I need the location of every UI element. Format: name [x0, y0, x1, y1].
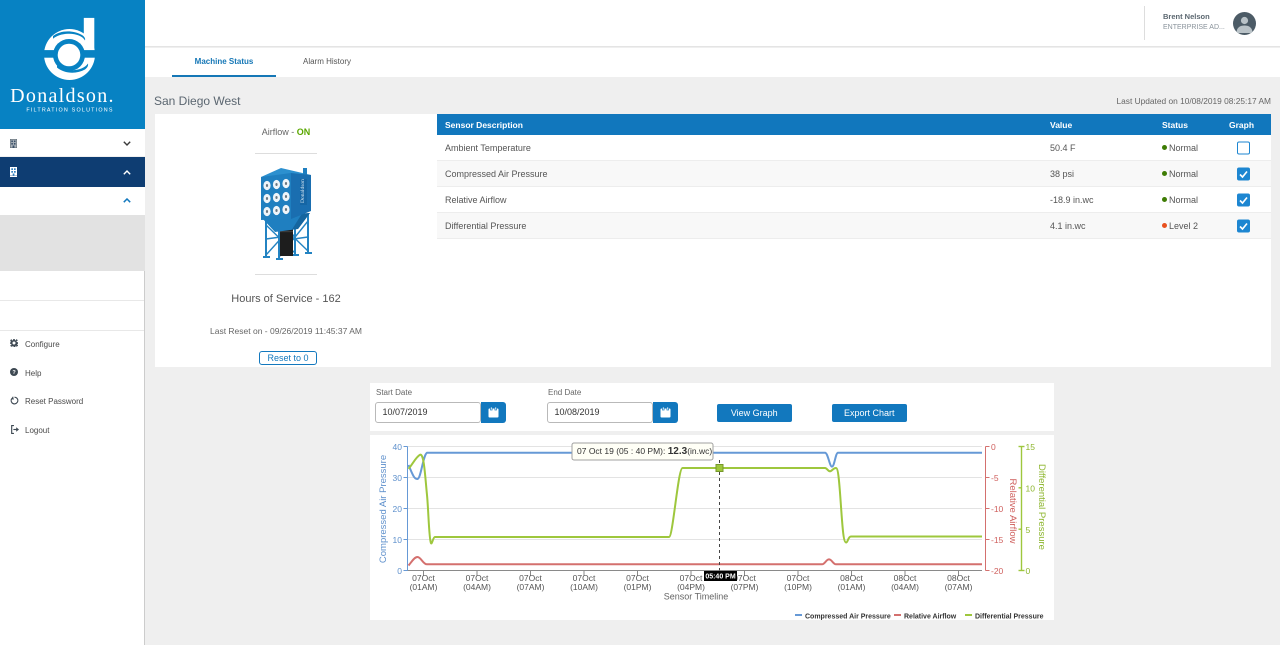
- svg-text:Differential Pressure: Differential Pressure: [975, 614, 1044, 621]
- svg-text:(10AM): (10AM): [570, 582, 598, 592]
- svg-text:Donaldson.: Donaldson.: [10, 85, 115, 107]
- svg-text:Sensor Timeline: Sensor Timeline: [664, 592, 729, 602]
- svg-text:40: 40: [393, 442, 403, 452]
- svg-text:05:40 PM: 05:40 PM: [705, 574, 736, 581]
- svg-text:Differential Pressure: Differential Pressure: [1036, 464, 1047, 550]
- svg-text:(01AM): (01AM): [838, 582, 866, 592]
- svg-text:15: 15: [1026, 442, 1036, 452]
- svg-text:-10: -10: [991, 504, 1004, 514]
- svg-text:Donaldson: Donaldson: [300, 179, 306, 203]
- svg-text:(07AM): (07AM): [517, 582, 545, 592]
- svg-text:20: 20: [393, 504, 403, 514]
- svg-text:FILTRATION SOLUTIONS: FILTRATION SOLUTIONS: [26, 108, 113, 114]
- svg-text:(01PM): (01PM): [624, 582, 652, 592]
- svg-text:-5: -5: [991, 473, 999, 483]
- svg-text:Compressed Air Pressure: Compressed Air Pressure: [378, 455, 389, 563]
- svg-text:-20: -20: [991, 566, 1004, 576]
- svg-text:5: 5: [1026, 525, 1031, 535]
- svg-text:(04PM): (04PM): [677, 582, 705, 592]
- svg-text:(04AM): (04AM): [891, 582, 919, 592]
- svg-text:(01AM): (01AM): [410, 582, 438, 592]
- svg-text:(07PM): (07PM): [731, 582, 759, 592]
- svg-text:0: 0: [1026, 566, 1031, 576]
- svg-text:07 Oct 19 (05 : 40 PM): 12.3(i: 07 Oct 19 (05 : 40 PM): 12.3(in.wc): [577, 446, 712, 457]
- svg-text:Relative Airflow: Relative Airflow: [904, 614, 957, 621]
- svg-text:Relative Airflow: Relative Airflow: [1007, 479, 1018, 544]
- svg-text:(07AM): (07AM): [945, 582, 973, 592]
- svg-text:Compressed Air Pressure: Compressed Air Pressure: [805, 614, 891, 621]
- svg-text:10: 10: [393, 535, 403, 545]
- svg-text:0: 0: [397, 566, 402, 576]
- svg-text:(10PM): (10PM): [784, 582, 812, 592]
- svg-text:-15: -15: [991, 535, 1004, 545]
- svg-text:0: 0: [991, 442, 996, 452]
- svg-text:10: 10: [1026, 484, 1036, 494]
- svg-text:30: 30: [393, 473, 403, 483]
- svg-text:(04AM): (04AM): [463, 582, 491, 592]
